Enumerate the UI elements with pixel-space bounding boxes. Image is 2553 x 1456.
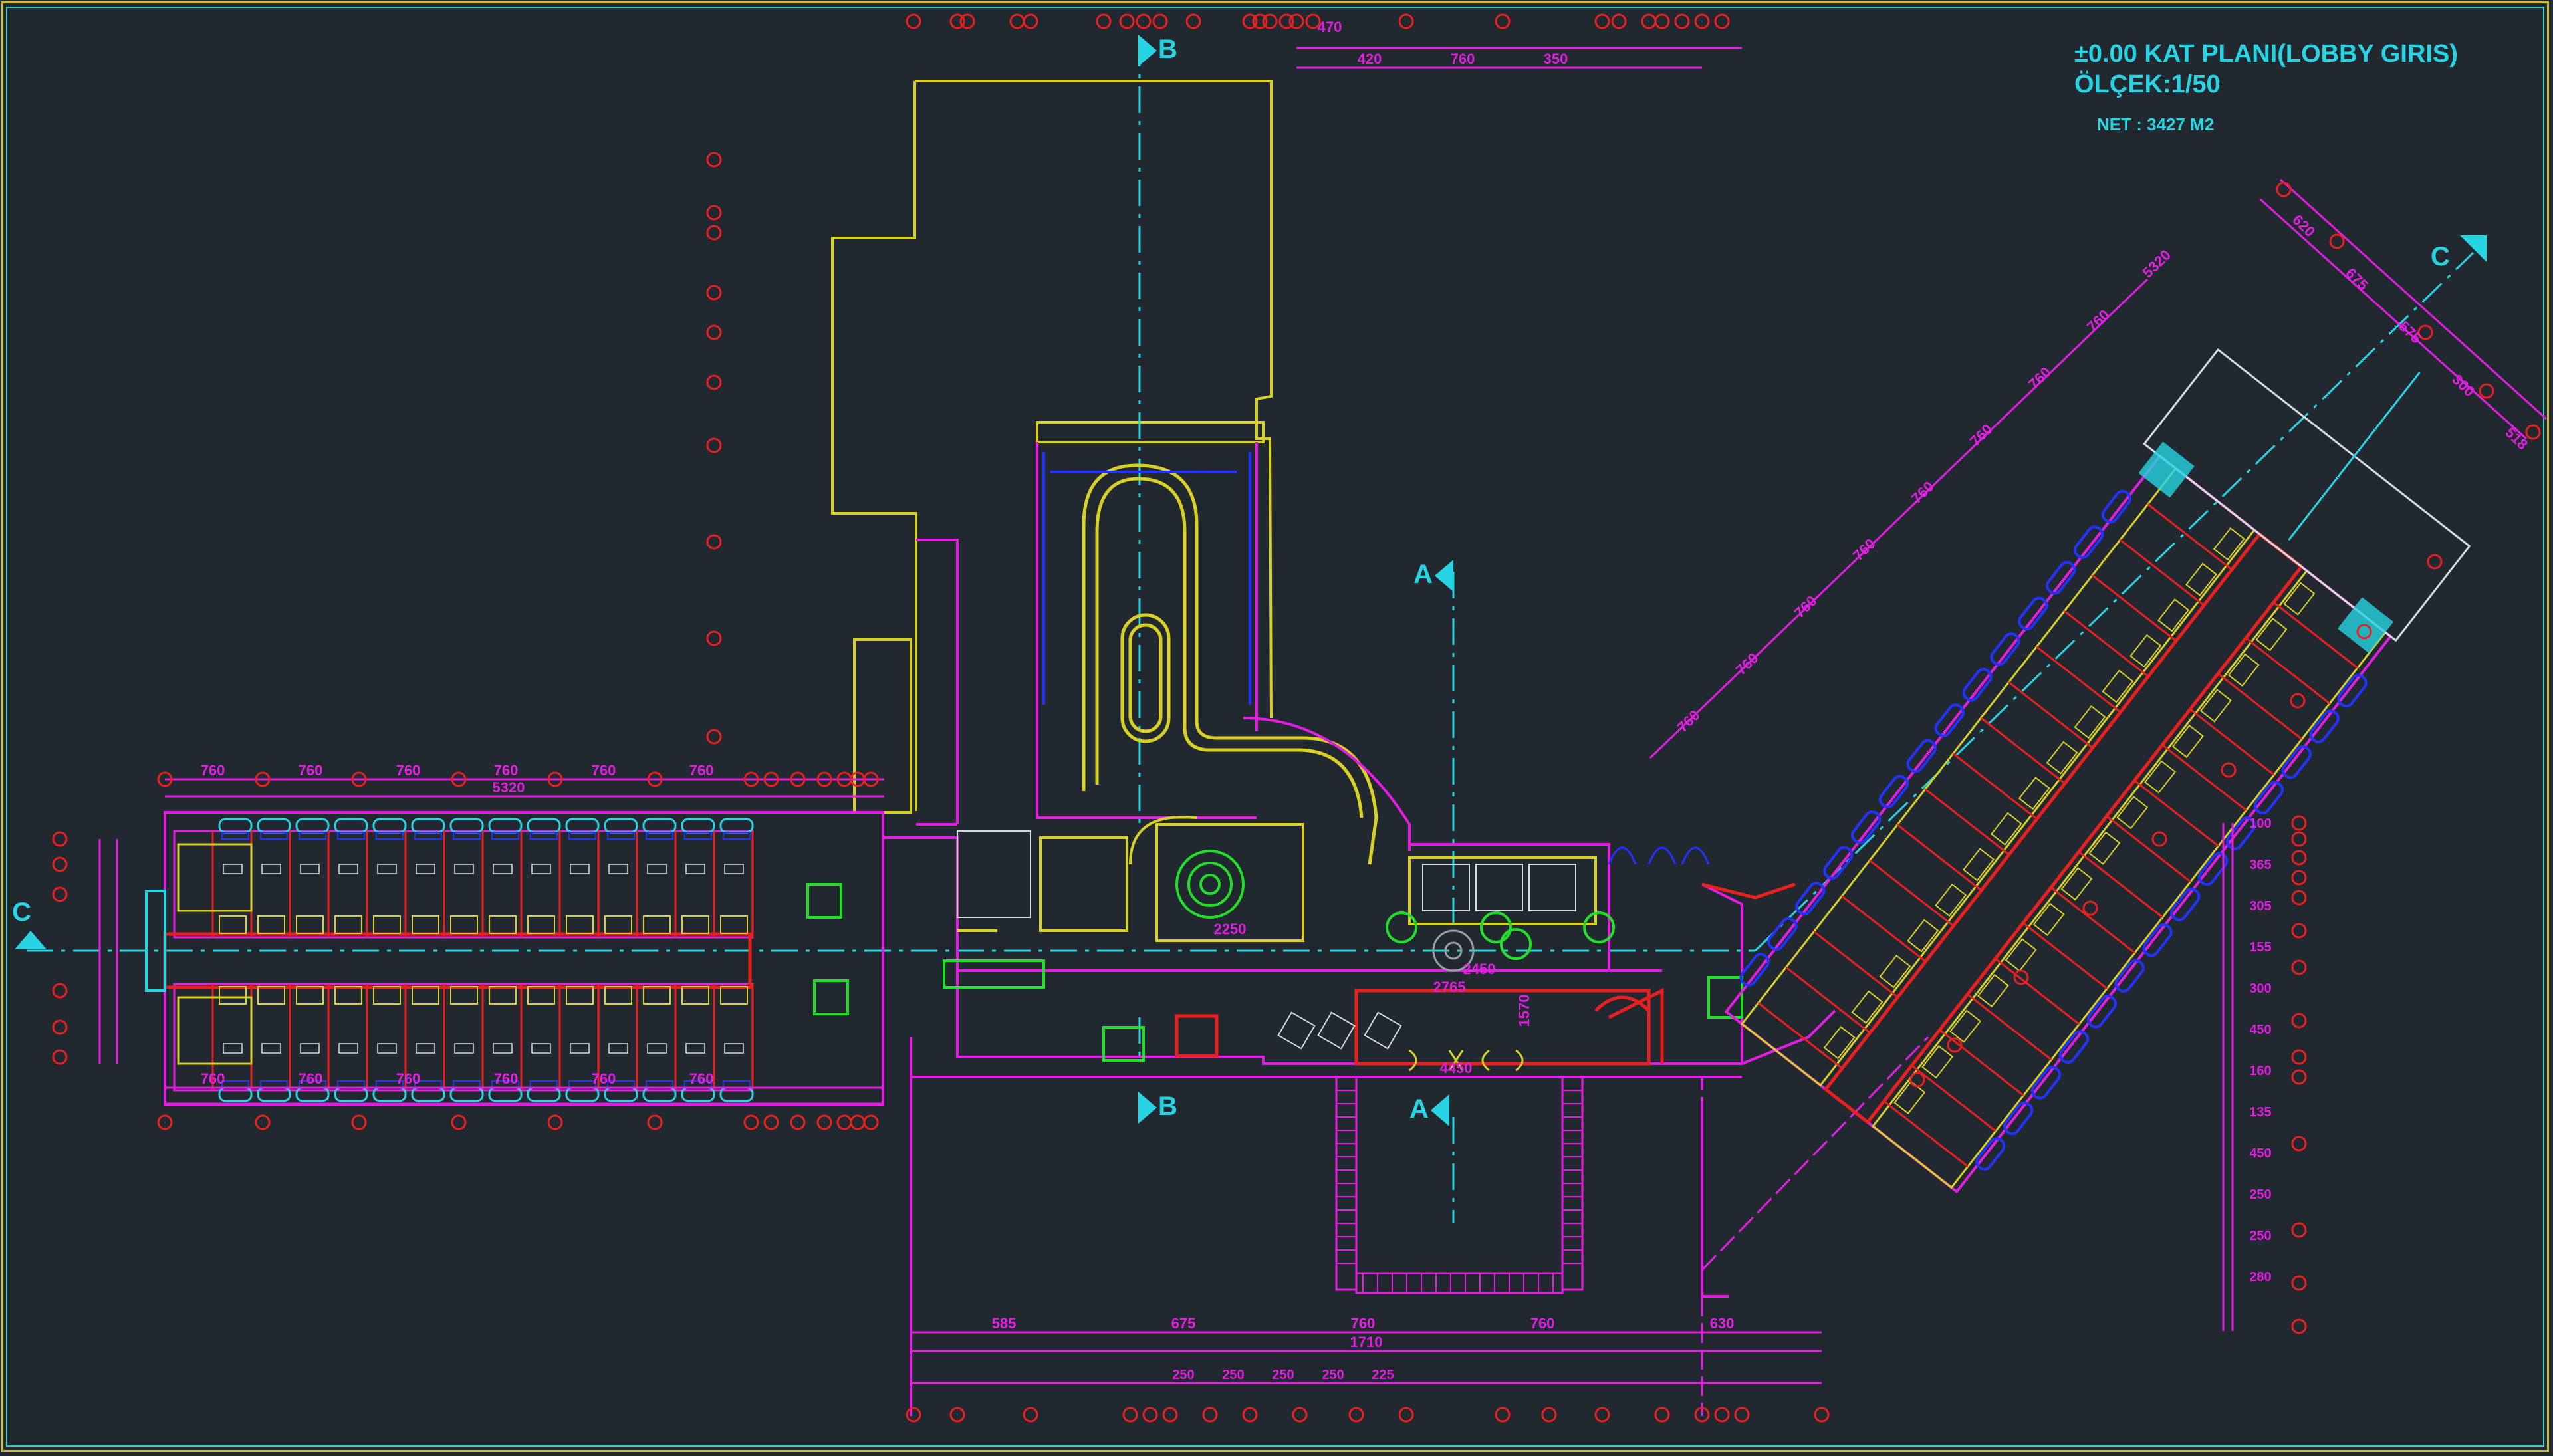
dimension-label: 1710 <box>1350 1334 1383 1350</box>
dimension-label: 760 <box>1908 478 1937 507</box>
plan-scale: ÖLÇEK:1/50 <box>2074 70 2221 98</box>
dimension-label: 470 <box>1318 19 1342 35</box>
dimension-label: 250 <box>2249 1187 2271 1202</box>
section-arrow-a-top <box>1435 560 1453 592</box>
lobby-blue-arches <box>1608 846 1710 865</box>
dimension-label: 760 <box>201 762 225 779</box>
dimension-label: 365 <box>2249 858 2271 872</box>
dimension-label: 155 <box>2249 940 2271 955</box>
section-marker-c-right[interactable]: C <box>2431 242 2450 272</box>
dimension-label: 450 <box>2249 1146 2271 1161</box>
west-wing <box>145 811 884 1106</box>
north-building-outline <box>831 80 1273 814</box>
title-block: ±0.00 KAT PLANI(LOBBY GIRIS) ÖLÇEK:1/50 … <box>2074 39 2458 135</box>
dimension-label: 760 <box>494 1070 519 1087</box>
section-arrow-c-left <box>15 931 47 949</box>
dimension-label: 760 <box>396 1070 421 1087</box>
dimension-label: 300 <box>2249 981 2271 996</box>
section-marker-c-left[interactable]: C <box>12 898 31 927</box>
dimension-label: 100 <box>2249 816 2271 831</box>
dimension-label: 280 <box>2249 1270 2271 1284</box>
west-room-dividers <box>211 831 754 1090</box>
dimension-lines <box>98 47 2548 1384</box>
dimension-label: 675 <box>2342 265 2371 293</box>
dimension-label: 250 <box>1172 1368 1194 1382</box>
dimension-labels: 760 760 760 760 760 7605320760 760 760 760 760 760… <box>201 19 2531 1382</box>
floor-plan[interactable]: 760 760 760 760 760 7605320760 760 760 760 760 760… <box>0 0 2553 1456</box>
lobby-green-plants <box>806 850 1743 1062</box>
dimension-label: 4450 <box>1440 1060 1473 1076</box>
section-marker-b-bottom[interactable]: B <box>1158 1092 1177 1122</box>
dimension-label: 760 <box>1451 51 1475 67</box>
entrance-stair-steps <box>1336 1090 1582 1293</box>
section-arrow-c-right <box>2460 235 2487 262</box>
dimension-label: 760 <box>299 1070 323 1087</box>
dimension-label: 160 <box>2249 1064 2271 1078</box>
dimension-label: 135 <box>2249 1105 2271 1120</box>
dimension-label: 760 <box>592 1070 616 1087</box>
dimension-label: 250 <box>1322 1368 1344 1382</box>
section-arrow-b-bottom <box>1138 1092 1157 1124</box>
east-wing <box>1724 348 2471 1194</box>
pool-blue-lines <box>1042 452 1251 705</box>
drawing-canvas[interactable]: 760 760 760 760 760 760 5320 760 760 760 760 760 760… <box>0 0 2553 1456</box>
dimension-label: 2765 <box>1433 979 1466 995</box>
section-arrow-a-bottom <box>1431 1094 1449 1126</box>
dimension-label: 585 <box>992 1315 1017 1332</box>
pool-magenta-lines <box>916 442 1411 851</box>
dimension-label: 760 <box>1351 1315 1376 1332</box>
lobby-stair <box>1335 1076 1584 1294</box>
dimension-label: 2450 <box>1463 961 1496 977</box>
dimension-label: 305 <box>2249 899 2271 913</box>
dimension-label: 5320 <box>493 779 525 796</box>
dimension-label: 760 <box>1967 421 1996 449</box>
dimension-label: 760 <box>201 1070 225 1087</box>
section-marker-b-top[interactable]: B <box>1158 35 1177 64</box>
dimension-label: 420 <box>1358 51 1382 67</box>
entrance-diagonal <box>1701 1036 1929 1416</box>
dimension-label: 760 <box>1850 535 1879 564</box>
plan-net-area: NET : 3427 M2 <box>2097 114 2215 134</box>
section-arrow-b-top <box>1138 35 1157 66</box>
dimension-label: 450 <box>2249 1023 2271 1037</box>
dimension-label: 760 <box>2025 364 2054 392</box>
dimension-label: 5320 <box>2139 247 2174 281</box>
dimension-label: 630 <box>1710 1315 1735 1332</box>
west-balconies <box>218 818 754 1102</box>
dimension-label: 225 <box>1372 1368 1394 1382</box>
dimension-label: 760 <box>689 1070 714 1087</box>
dimension-label: 250 <box>2249 1229 2271 1243</box>
dimension-label: 300 <box>2449 371 2478 400</box>
pool-outline <box>1082 463 1378 865</box>
dimension-label: 760 <box>494 762 519 779</box>
dimension-label: 620 <box>2289 211 2318 240</box>
plan-title: ±0.00 KAT PLANI(LOBBY GIRIS) <box>2074 40 2458 68</box>
section-marker-a-top[interactable]: A <box>1413 560 1433 590</box>
dimension-label: 250 <box>1272 1368 1294 1382</box>
dimension-label: 760 <box>299 762 323 779</box>
dimension-label: 675 <box>1171 1315 1196 1332</box>
dimension-label: 1570 <box>1516 995 1532 1027</box>
west-furniture <box>177 843 748 1065</box>
dimension-label: 760 <box>689 762 714 779</box>
dimension-label: 760 <box>1530 1315 1555 1332</box>
dimension-label: 2250 <box>1214 921 1247 937</box>
dimension-label: 760 <box>396 762 421 779</box>
section-marker-a-bottom[interactable]: A <box>1409 1094 1429 1124</box>
dimension-label: 250 <box>1222 1368 1244 1382</box>
dimension-label: 760 <box>592 762 616 779</box>
axis-bubbles <box>52 13 2541 1423</box>
lobby-yellow-elements <box>957 815 1597 942</box>
dimension-label: 760 <box>2084 306 2113 335</box>
dimension-label: 350 <box>1544 51 1568 67</box>
